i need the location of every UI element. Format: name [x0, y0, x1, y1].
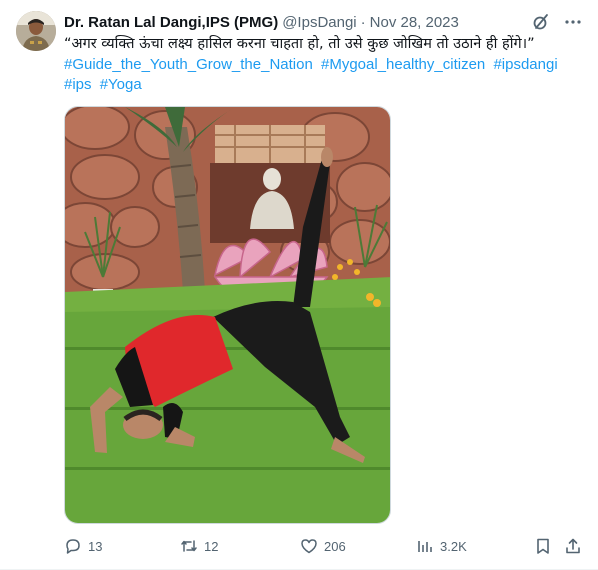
analytics-icon [416, 537, 434, 555]
author-handle[interactable]: @IpsDangi [282, 14, 356, 31]
hashtag-link[interactable]: #Yoga [100, 76, 142, 93]
avatar-image [16, 11, 56, 51]
hashtag-link[interactable]: #Guide_the_Youth_Grow_the_Nation [64, 56, 313, 73]
action-bar: 13 12 206 3.2K [64, 537, 584, 557]
repost-icon [180, 537, 198, 555]
like-button[interactable]: 206 [300, 537, 346, 555]
hashtag-link[interactable]: #ips [64, 76, 92, 93]
tweet-header: Dr. Ratan Lal Dangi,IPS (PMG) @IpsDangi … [64, 12, 582, 32]
repost-button[interactable]: 12 [180, 537, 218, 555]
author-name[interactable]: Dr. Ratan Lal Dangi,IPS (PMG) [64, 14, 278, 31]
yoga-photo [65, 107, 390, 523]
views-button[interactable]: 3.2K [416, 537, 467, 555]
separator-dot: · [360, 13, 366, 31]
heart-icon [300, 537, 318, 555]
bookmark-icon [534, 537, 552, 555]
hashtag-list: #Guide_the_Youth_Grow_the_Nation #Mygoal… [64, 55, 584, 95]
post-date[interactable]: Nov 28, 2023 [370, 14, 459, 31]
avatar[interactable] [16, 11, 56, 51]
post-text: “अगर व्यक्ति ऊंचा लक्ष्य हासिल करना चाहत… [64, 36, 535, 52]
share-icon [564, 537, 582, 555]
reply-icon [64, 537, 82, 555]
post-photo[interactable] [64, 106, 391, 524]
views-count: 3.2K [440, 538, 467, 554]
repost-count: 12 [204, 538, 219, 554]
reply-count: 13 [88, 538, 103, 554]
like-count: 206 [324, 538, 346, 554]
hashtag-link[interactable]: #Mygoal_healthy_citizen [321, 56, 485, 73]
hashtag-link[interactable]: #ipsdangi [493, 56, 557, 73]
tweet[interactable]: Dr. Ratan Lal Dangi,IPS (PMG) @IpsDangi … [0, 0, 598, 570]
reply-button[interactable]: 13 [64, 537, 102, 555]
bookmark-button[interactable] [534, 537, 552, 555]
grok-icon[interactable] [532, 13, 550, 31]
share-button[interactable] [564, 537, 582, 555]
more-icon[interactable] [564, 13, 582, 31]
header-actions [532, 12, 582, 32]
